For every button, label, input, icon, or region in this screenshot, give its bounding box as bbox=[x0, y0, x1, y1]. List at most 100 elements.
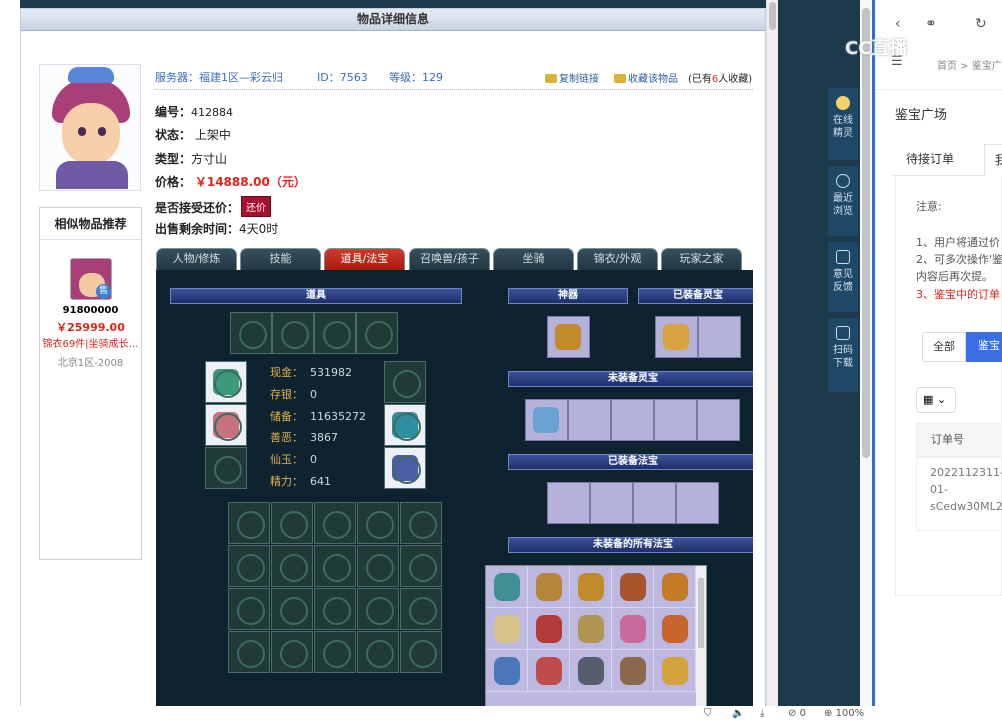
equip-weapon[interactable] bbox=[205, 404, 247, 446]
lingbao-slot[interactable] bbox=[611, 399, 654, 441]
lingbao-slot[interactable] bbox=[568, 399, 611, 441]
fabao-item[interactable] bbox=[570, 650, 612, 692]
fabao-item[interactable] bbox=[486, 608, 528, 650]
fabao-item[interactable] bbox=[570, 608, 612, 650]
filter-appraise-button[interactable]: 鉴宝 bbox=[966, 332, 1002, 362]
lingbao-slot[interactable] bbox=[655, 316, 698, 358]
inventory-slot[interactable] bbox=[314, 588, 356, 630]
tab-items[interactable]: 道具/法宝 bbox=[324, 248, 405, 270]
equip-slot[interactable] bbox=[205, 447, 247, 489]
inventory-slot[interactable] bbox=[400, 588, 442, 630]
copy-link-button[interactable]: 复制链接 bbox=[545, 70, 599, 85]
feedback-button[interactable]: 意见反馈 bbox=[828, 242, 858, 312]
favorite-button[interactable]: 收藏该物品 bbox=[614, 70, 678, 85]
fabao-item[interactable] bbox=[486, 566, 528, 608]
inventory-slot[interactable] bbox=[400, 545, 442, 587]
inventory-slot[interactable] bbox=[314, 502, 356, 544]
order-number-cell[interactable]: 2022112311-x01-sCedw30ML2 bbox=[916, 457, 1002, 531]
column-dropdown[interactable]: ▦ ⌄ bbox=[916, 387, 956, 413]
fabao-item[interactable] bbox=[654, 608, 696, 650]
tab-outfit[interactable]: 锦衣/外观 bbox=[577, 248, 658, 270]
equip-slot[interactable] bbox=[314, 312, 356, 354]
tab-summons[interactable]: 召唤兽/孩子 bbox=[409, 248, 490, 270]
inventory-slot[interactable] bbox=[357, 502, 399, 544]
fabao-item[interactable] bbox=[654, 650, 696, 692]
recent-browse-button[interactable]: 最近浏览 bbox=[828, 166, 858, 236]
back-icon[interactable]: ‹ bbox=[895, 16, 901, 32]
inventory-slot[interactable] bbox=[314, 545, 356, 587]
similar-items-panel: 相似物品推荐 售 91800000 ￥25999.00 锦衣69件|坐骑成长… … bbox=[39, 207, 142, 560]
fabao-slot[interactable] bbox=[547, 482, 590, 524]
fabao-item-icon bbox=[578, 657, 604, 685]
fabao-item[interactable] bbox=[612, 608, 654, 650]
inventory-slot[interactable] bbox=[228, 631, 270, 673]
similar-item-server: 北京1区-2008 bbox=[57, 358, 124, 369]
shield-icon[interactable]: ⛉ bbox=[704, 708, 712, 719]
inventory-slot[interactable] bbox=[357, 631, 399, 673]
fabao-scrollbar[interactable] bbox=[696, 566, 706, 720]
equip-slot[interactable] bbox=[230, 312, 272, 354]
scan-download-button[interactable]: 扫码下载 bbox=[828, 318, 858, 392]
inventory-slot[interactable] bbox=[400, 502, 442, 544]
fabao-slot[interactable] bbox=[633, 482, 676, 524]
inventory-slot[interactable] bbox=[271, 631, 313, 673]
equip-slot[interactable] bbox=[384, 361, 426, 403]
fabao-item[interactable] bbox=[654, 566, 696, 608]
inventory-slot[interactable] bbox=[400, 631, 442, 673]
equip-slot[interactable] bbox=[272, 312, 314, 354]
fabao-item[interactable] bbox=[528, 650, 570, 692]
main-scrollbar[interactable] bbox=[766, 0, 778, 712]
equip-slot[interactable] bbox=[356, 312, 398, 354]
inventory-slot[interactable] bbox=[271, 502, 313, 544]
tab-pending-orders[interactable]: 待接订单 bbox=[892, 144, 968, 176]
tab-my-orders[interactable]: 我的 bbox=[984, 144, 1002, 176]
equip-armor[interactable] bbox=[384, 404, 426, 446]
fabao-item[interactable] bbox=[528, 608, 570, 650]
download-icon[interactable]: ⤓ bbox=[760, 708, 764, 719]
fabao-item[interactable] bbox=[612, 566, 654, 608]
filter-all-button[interactable]: 全部 bbox=[922, 332, 966, 362]
lingbao-slot[interactable] bbox=[698, 316, 741, 358]
watermark-logo: CC直播 bbox=[845, 38, 908, 59]
equip-helmet[interactable] bbox=[205, 361, 247, 403]
right-scrollbar[interactable] bbox=[860, 0, 872, 712]
fabao-item[interactable] bbox=[486, 650, 528, 692]
inventory-slot[interactable] bbox=[271, 588, 313, 630]
bargain-button[interactable]: 还价 bbox=[241, 196, 272, 217]
inventory-slot[interactable] bbox=[271, 545, 313, 587]
similar-item-thumbnail[interactable]: 售 bbox=[70, 258, 112, 300]
lingbao-slot[interactable] bbox=[525, 399, 568, 441]
breadcrumb[interactable]: 首页 > 鉴宝广 bbox=[937, 57, 1002, 72]
fabao-slot[interactable] bbox=[590, 482, 633, 524]
online-helper-button[interactable]: 在线精灵 bbox=[828, 88, 858, 160]
lingbao-slot[interactable] bbox=[697, 399, 740, 441]
block-count[interactable]: ⊘ 0 bbox=[788, 708, 806, 719]
lingbao-slot[interactable] bbox=[654, 399, 697, 441]
tab-character[interactable]: 人物/修炼 bbox=[156, 248, 237, 270]
similar-item-desc[interactable]: 锦衣69件|坐骑成长… bbox=[40, 335, 141, 350]
inventory-slot[interactable] bbox=[228, 588, 270, 630]
inventory-slot[interactable] bbox=[314, 631, 356, 673]
inventory-slot[interactable] bbox=[228, 545, 270, 587]
link-icon[interactable]: ⚭ bbox=[925, 16, 937, 32]
section-equipped-fabao: 已装备法宝 bbox=[508, 454, 753, 470]
fabao-item[interactable] bbox=[612, 650, 654, 692]
role-level: 等级：129 bbox=[389, 71, 443, 84]
tab-mount[interactable]: 坐骑 bbox=[493, 248, 574, 270]
zoom-level[interactable]: ⊕ 100% bbox=[824, 708, 864, 719]
fabao-item[interactable] bbox=[570, 566, 612, 608]
inventory-slot[interactable] bbox=[357, 588, 399, 630]
qrcode-icon bbox=[836, 326, 850, 340]
fabao-slot[interactable] bbox=[676, 482, 719, 524]
equip-boots[interactable] bbox=[384, 447, 426, 489]
volume-icon[interactable]: 🔈 bbox=[732, 708, 744, 719]
tab-home[interactable]: 玩家之家 bbox=[661, 248, 742, 270]
artifact-slot[interactable] bbox=[547, 316, 590, 358]
fabao-item[interactable] bbox=[528, 566, 570, 608]
refresh-icon[interactable]: ↻ bbox=[975, 16, 987, 32]
tab-skills[interactable]: 技能 bbox=[240, 248, 321, 270]
inventory-slot[interactable] bbox=[357, 545, 399, 587]
section-equipped-lingbao: 已装备灵宝 bbox=[638, 288, 753, 304]
inventory-slot[interactable] bbox=[228, 502, 270, 544]
section-items: 道具 bbox=[170, 288, 462, 304]
